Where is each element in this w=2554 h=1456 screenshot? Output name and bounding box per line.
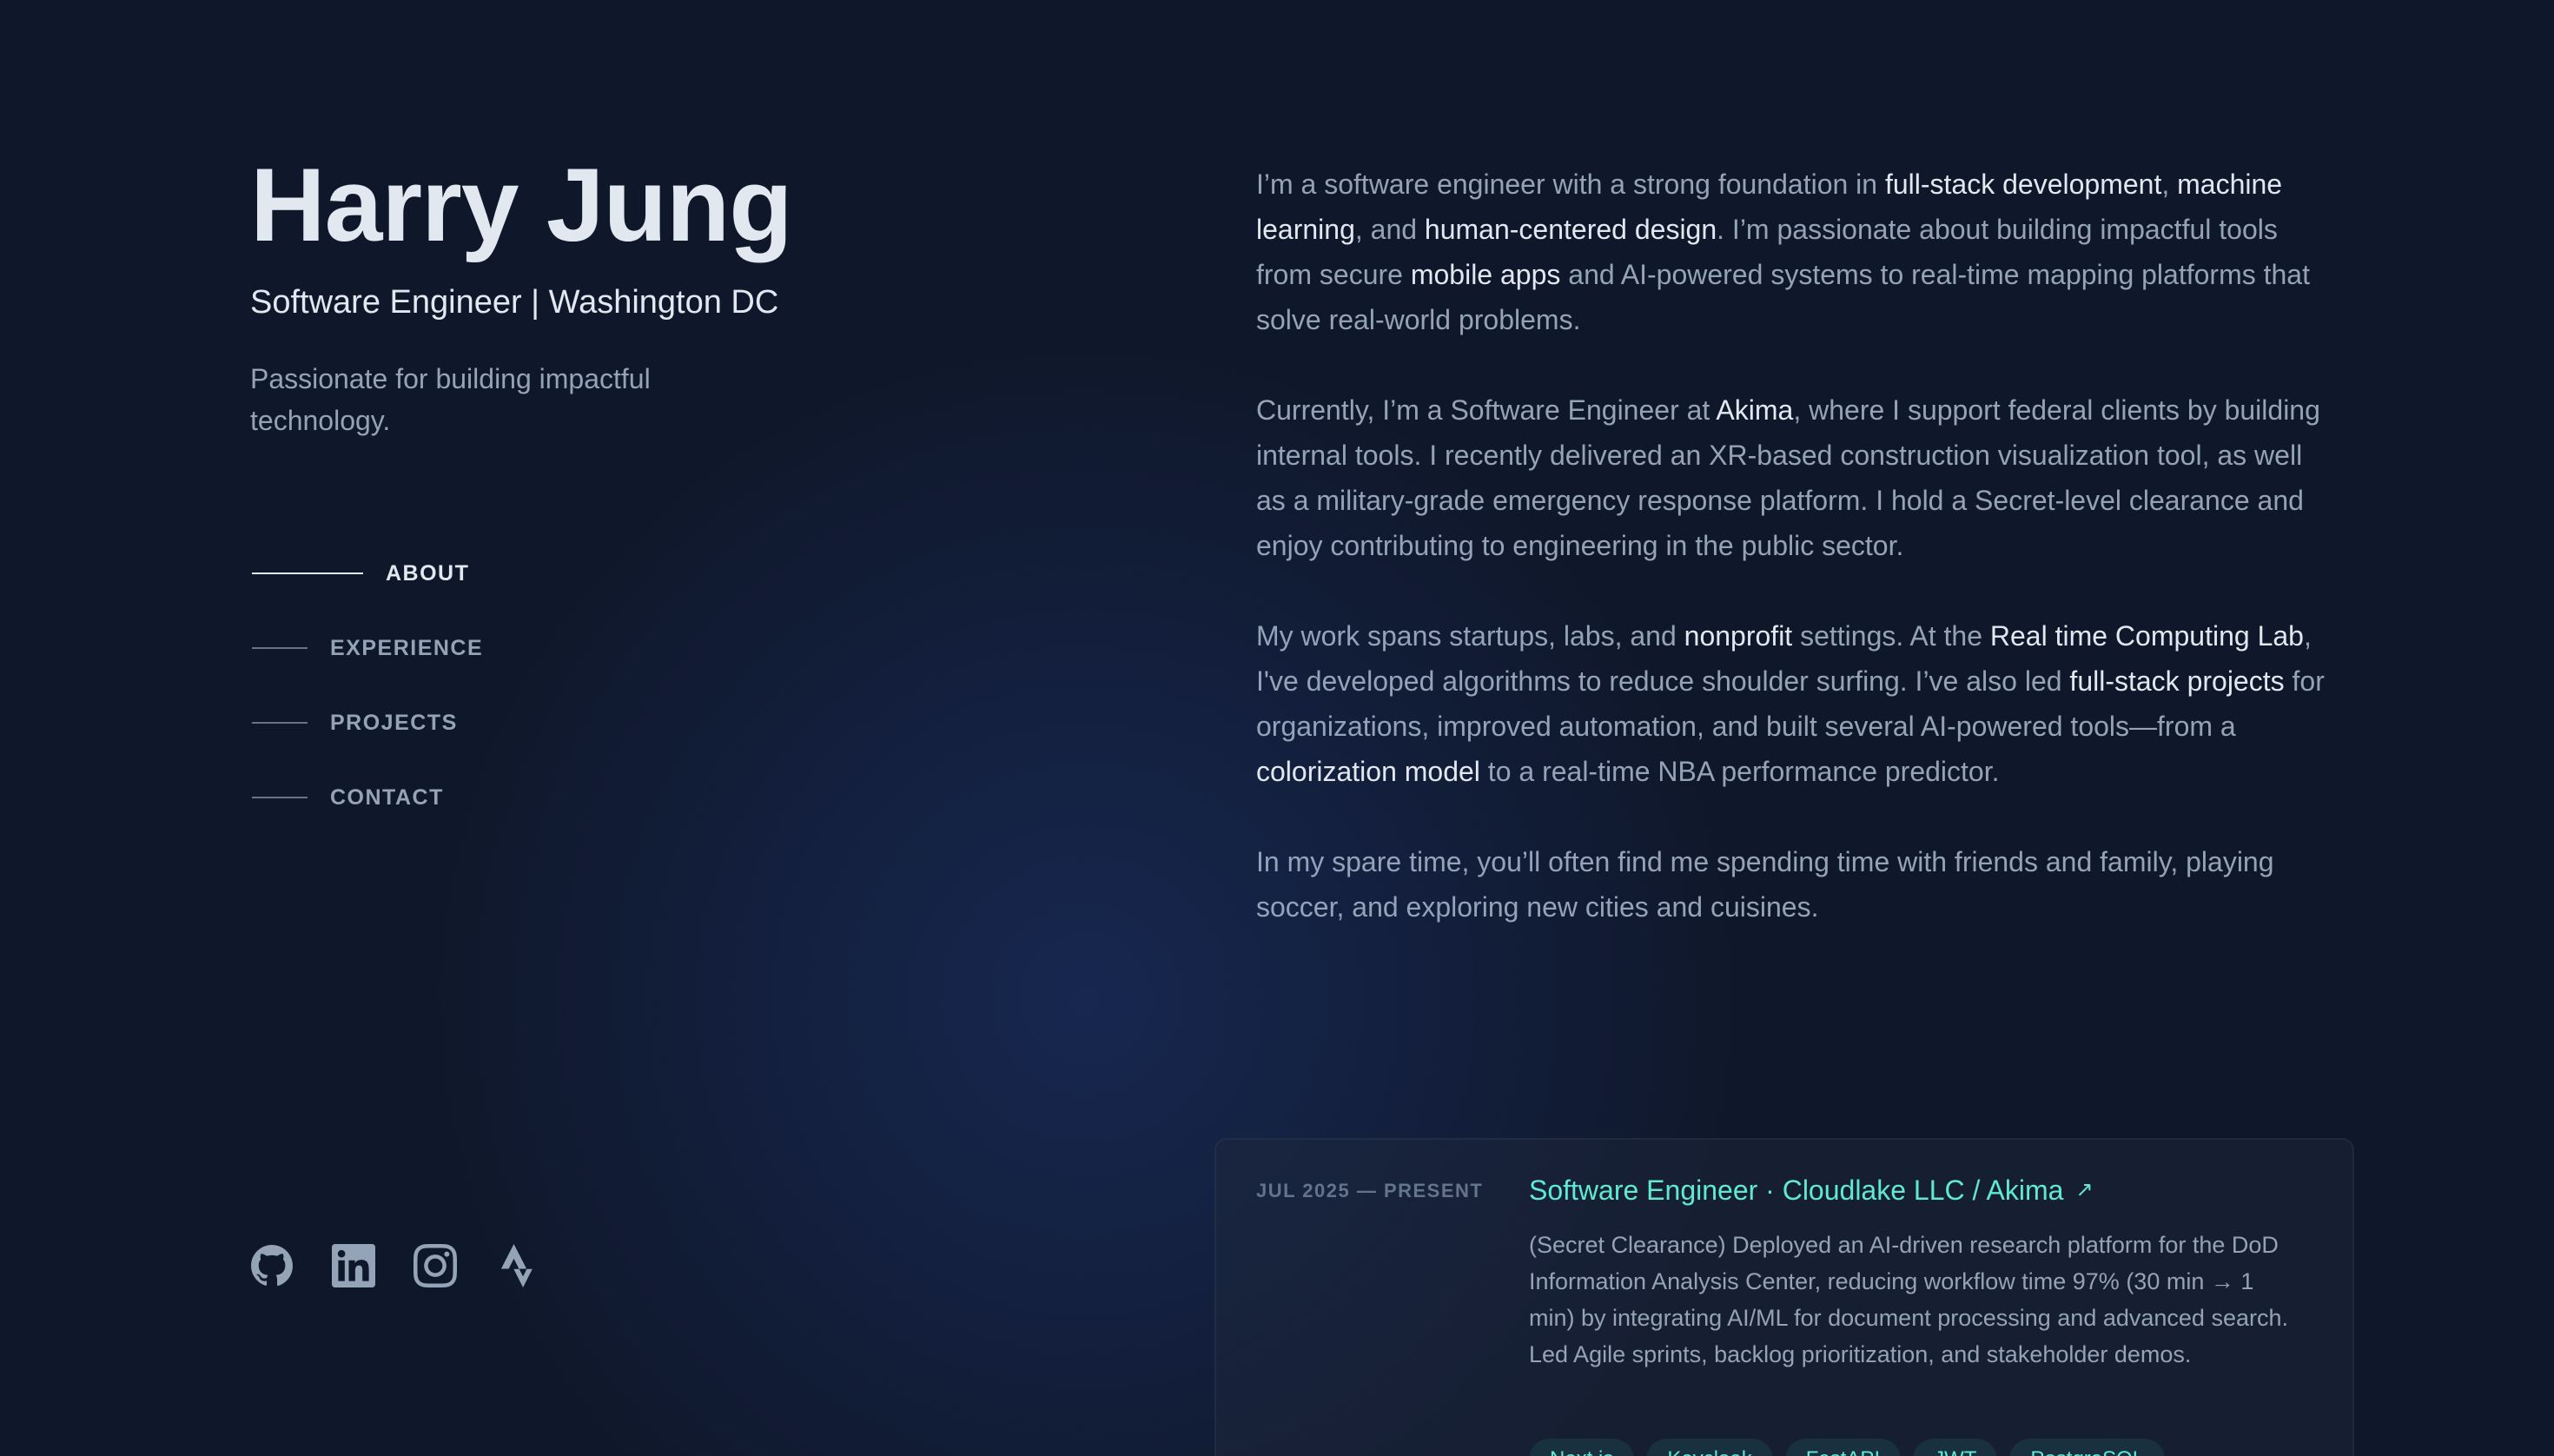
highlighted-text: mobile apps: [1410, 259, 1561, 290]
nav-item-experience[interactable]: EXPERIENCE: [252, 624, 483, 672]
paragraph-text: Currently, I’m a Software Engineer at: [1256, 394, 1717, 426]
linkedin-icon[interactable]: [332, 1244, 375, 1287]
nav-indicator-line: [252, 647, 308, 649]
highlighted-text: human-centered design: [1424, 214, 1717, 245]
paragraph-text: , and: [1354, 214, 1425, 245]
paragraph-text: My work spans startups, labs, and: [1256, 620, 1684, 652]
nav-item-label: PROJECTS: [330, 710, 458, 735]
about-paragraph-2: Currently, I’m a Software Engineer at Ak…: [1256, 387, 2325, 568]
highlighted-text: full-stack projects: [2069, 665, 2285, 697]
nav-item-label: ABOUT: [386, 560, 470, 586]
highlighted-text: Akima: [1716, 394, 1794, 426]
nav-item-contact[interactable]: CONTACT: [252, 773, 483, 822]
experience-date: JUL 2025 — PRESENT: [1256, 1180, 1484, 1201]
nav-indicator-line: [252, 722, 308, 724]
about-paragraph-3: My work spans startups, labs, and nonpro…: [1256, 613, 2325, 794]
paragraph-text: I’m a software engineer with a strong fo…: [1256, 169, 1885, 200]
external-link-arrow-icon: ↗: [2075, 1178, 2094, 1201]
tech-tag: Next.js: [1529, 1439, 1635, 1456]
highlighted-text: colorization model: [1256, 756, 1480, 787]
social-links: [250, 1244, 539, 1287]
left-panel: Harry Jung Software Engineer | Washingto…: [250, 0, 1084, 1456]
page-title: Harry Jung: [250, 147, 793, 263]
nav-item-projects[interactable]: PROJECTS: [252, 698, 483, 747]
paragraph-text: In my spare time, you’ll often find me s…: [1256, 846, 2274, 923]
github-icon[interactable]: [250, 1244, 294, 1287]
tech-tag: FastAPI: [1784, 1439, 1902, 1456]
nav-indicator-line: [252, 797, 308, 798]
strava-icon[interactable]: [495, 1244, 539, 1287]
highlighted-text: nonprofit: [1684, 620, 1793, 652]
about-section: I’m a software engineer with a strong fo…: [1256, 162, 2325, 975]
experience-title-link[interactable]: Software Engineer · Cloudlake LLC / Akim…: [1529, 1171, 2094, 1209]
tech-tag: Keycloak: [1646, 1439, 1773, 1456]
nav-indicator-line: [252, 572, 363, 574]
about-paragraph-1: I’m a software engineer with a strong fo…: [1256, 162, 2325, 342]
tagline: Passionate for building impactful techno…: [250, 363, 651, 436]
section-nav: ABOUT EXPERIENCE PROJECTS CONTACT: [252, 549, 483, 848]
experience-title: Software Engineer · Cloudlake LLC / Akim…: [1529, 1175, 2064, 1206]
instagram-icon[interactable]: [414, 1244, 457, 1287]
paragraph-text: settings. At the: [1792, 620, 1990, 652]
nav-item-label: EXPERIENCE: [330, 635, 484, 660]
highlighted-text: Real time Computing Lab: [1989, 620, 2304, 652]
experience-description: (Secret Clearance) Deployed an AI-driven…: [1529, 1232, 2288, 1367]
nav-item-about[interactable]: ABOUT: [252, 549, 483, 598]
paragraph-text: ,: [2161, 169, 2178, 200]
paragraph-text: to a real-time NBA performance predictor…: [1479, 756, 2000, 787]
tech-tags: Next.js Keycloak FastAPI JWT PostgreSQL: [1529, 1439, 2166, 1456]
experience-card[interactable]: JUL 2025 — PRESENT Software Engineer · C…: [1214, 1138, 2354, 1456]
highlighted-text: full-stack development: [1884, 169, 2162, 200]
tech-tag: PostgreSQL: [2009, 1439, 2166, 1456]
role-subtitle: Software Engineer | Washington DC: [250, 284, 779, 321]
nav-item-label: CONTACT: [330, 784, 444, 810]
about-paragraph-4: In my spare time, you’ll often find me s…: [1256, 839, 2325, 930]
tech-tag: JWT: [1913, 1439, 1998, 1456]
